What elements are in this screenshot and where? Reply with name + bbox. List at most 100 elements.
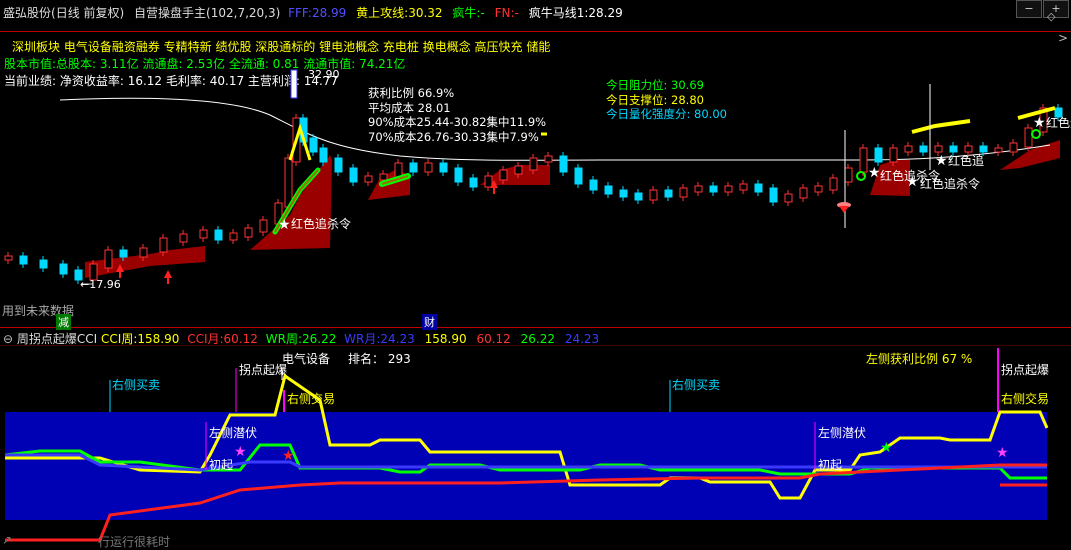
- wrz-label: WR周:: [265, 332, 302, 346]
- low-price-label: ←17.96: [80, 278, 121, 291]
- candle: [934, 145, 943, 153]
- candle: [119, 249, 128, 258]
- bottom-note: 行运行很耗时: [98, 535, 171, 549]
- candle: [364, 175, 373, 183]
- candle: [1009, 142, 1018, 153]
- inflect-label-2: 拐点起爆: [1001, 363, 1050, 377]
- candle: [754, 183, 763, 193]
- cciz-value: 158.90: [137, 332, 180, 346]
- ccim-value: 60.12: [223, 332, 258, 346]
- candle: [694, 185, 703, 193]
- candle: [439, 162, 448, 173]
- candle: [844, 167, 853, 183]
- star-icon: ★: [1033, 115, 1046, 131]
- candle: [39, 259, 48, 269]
- star-icon: ★: [868, 165, 881, 181]
- candle: [889, 147, 898, 163]
- candle: [604, 185, 613, 195]
- candle: [229, 232, 238, 241]
- sub-header: ⊖ 周拐点起爆CCI CCI周:158.90 CCI月:60.12 WR周:26…: [3, 330, 599, 347]
- candle: [139, 247, 148, 258]
- wrz-value: 26.22: [301, 332, 337, 346]
- left-hide-label-2: 左侧潜伏: [818, 426, 867, 440]
- sub-indicator-name[interactable]: 周拐点起爆CCI: [17, 332, 97, 346]
- candle: [284, 157, 293, 208]
- ccim-label: CCI月:: [187, 332, 224, 346]
- candle: [179, 233, 188, 243]
- candle: [59, 263, 68, 275]
- candle: [259, 219, 268, 233]
- candle: [994, 147, 1003, 153]
- cciz-label: CCI周:: [101, 332, 138, 346]
- candle: [544, 155, 553, 163]
- v1-value: 158.90: [424, 332, 467, 346]
- candle: [634, 192, 643, 201]
- candle: [589, 179, 598, 191]
- v3-value: 26.22: [520, 332, 555, 346]
- start-label-1: 初起: [209, 458, 234, 472]
- candle: [4, 255, 13, 261]
- candle: [469, 177, 478, 188]
- v2-value: 60.12: [476, 332, 511, 346]
- candle: [159, 237, 168, 253]
- candle: [649, 189, 658, 201]
- candle: [724, 185, 733, 193]
- cost-area: [85, 140, 1060, 278]
- candle: [829, 177, 838, 191]
- candle: [19, 255, 28, 265]
- kill-label-3: 红色追杀令: [920, 177, 981, 191]
- start-label-2: 初起: [818, 458, 843, 472]
- left-hide-label-1: 左侧潜伏: [209, 426, 258, 440]
- arrow-up-left-icon[interactable]: ↗: [2, 533, 12, 547]
- candle: [409, 162, 418, 173]
- candle: [529, 157, 538, 171]
- left-profit-label: 左侧获利比例 67 %: [866, 352, 973, 366]
- right-buy-label-2: 右侧买卖: [672, 378, 721, 392]
- candle-peak: [290, 69, 298, 99]
- collapse-icon[interactable]: ⊖: [3, 332, 13, 346]
- candle: [484, 175, 493, 188]
- wrm-value: 24.23: [380, 332, 415, 346]
- candle: [454, 167, 463, 183]
- right-trade-label-1: 右侧交易: [287, 392, 336, 406]
- candle: [919, 145, 928, 153]
- candle: [574, 167, 583, 185]
- right-buy-label-1: 右侧买卖: [112, 378, 161, 392]
- candle: [559, 155, 568, 173]
- wrm-label: WR月:: [344, 332, 381, 346]
- right-trade-label-2: 右侧交易: [1001, 392, 1050, 406]
- candle: [514, 165, 523, 175]
- star-icon: ★: [282, 448, 295, 464]
- ma-line-white: [59, 97, 1051, 161]
- candle: [799, 187, 808, 199]
- candle: [784, 193, 793, 203]
- sector-label: 电气设备: [282, 352, 331, 366]
- inflect-label-1: 拐点起爆: [239, 363, 288, 377]
- candle: [379, 173, 388, 181]
- candle: [619, 189, 628, 198]
- candle: [904, 145, 913, 153]
- star-icon: ★: [278, 217, 291, 233]
- bottom-tag-2[interactable]: 财: [422, 314, 437, 330]
- v4-value: 24.23: [564, 332, 600, 346]
- star-icon: ★: [880, 440, 893, 456]
- candle: [859, 147, 868, 173]
- candle: [349, 167, 358, 183]
- candle: [309, 137, 318, 153]
- candle: [769, 187, 778, 203]
- yellow-attack-line-2: [911, 119, 971, 134]
- candle: [739, 183, 748, 191]
- kill-label-1: 红色追杀令: [291, 217, 352, 231]
- star-icon: ★: [996, 445, 1009, 461]
- candle: [874, 147, 883, 163]
- chart-canvas[interactable]: ★ ★ ★ ★ ★ ★ ★ ★ ★: [0, 0, 1071, 550]
- candle: [499, 169, 508, 181]
- candle: [814, 185, 823, 193]
- kill-label-4: 红色追: [948, 154, 985, 168]
- candle: [199, 229, 208, 239]
- bottom-tag-1[interactable]: 减: [56, 314, 71, 330]
- candle: [334, 157, 343, 173]
- green-dot-1: [856, 171, 866, 181]
- kill-label-5: 红色追杀令: [1046, 116, 1071, 130]
- candle: [104, 249, 113, 269]
